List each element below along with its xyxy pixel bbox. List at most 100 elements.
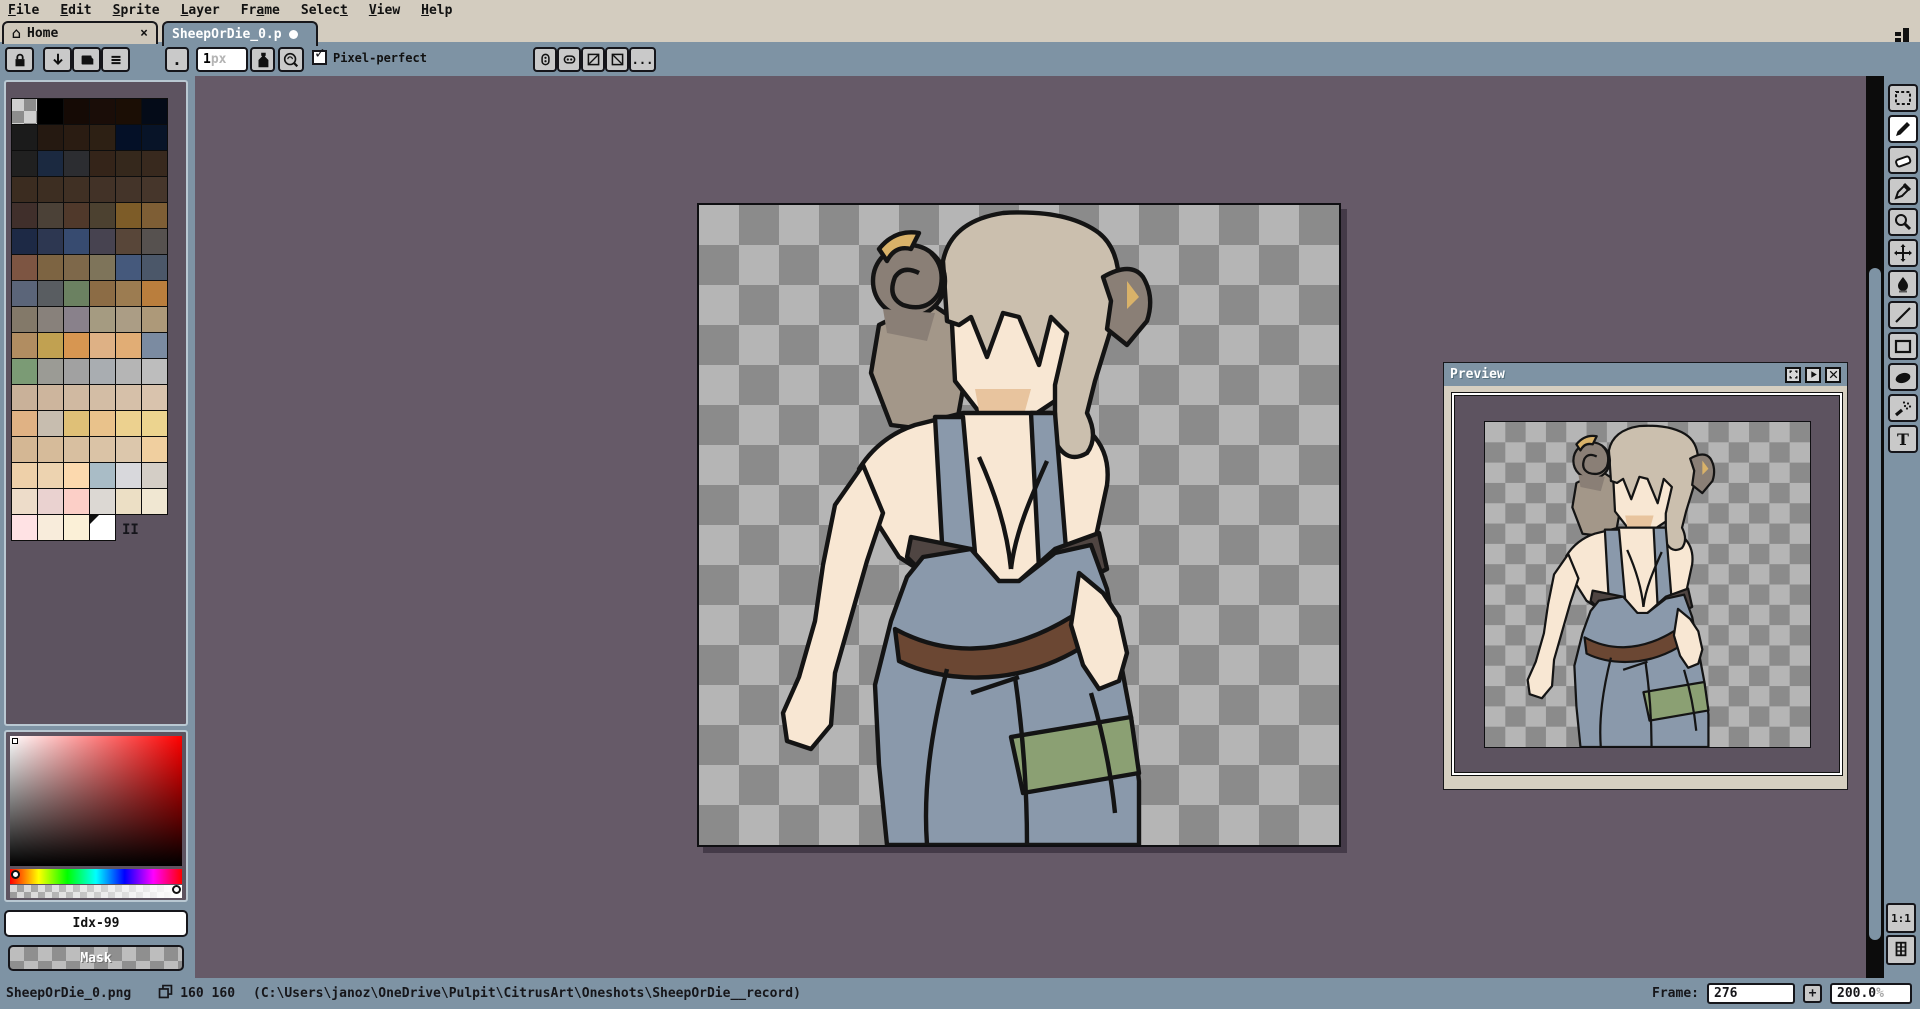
palette-swatch-5[interactable] (142, 99, 167, 124)
ink-options-button[interactable] (278, 47, 304, 72)
hue-marker[interactable] (11, 870, 20, 879)
palette-swatch-24[interactable] (12, 203, 37, 228)
palette-swatch-9[interactable] (90, 125, 115, 150)
palette-swatch-10[interactable] (116, 125, 141, 150)
palette-swatch-79[interactable] (38, 437, 63, 462)
palette-swatch-58[interactable] (116, 333, 141, 358)
palette-swatch-49[interactable] (38, 307, 63, 332)
palette-swatch-26[interactable] (64, 203, 89, 228)
palette-swatch-25[interactable] (38, 203, 63, 228)
palette-swatch-90[interactable] (12, 489, 37, 514)
palette-swatch-56[interactable] (64, 333, 89, 358)
brush-type-button[interactable]: . (165, 47, 189, 72)
palette-swatch-36[interactable] (12, 255, 37, 280)
alpha-slider[interactable] (10, 885, 182, 898)
palette-swatch-57[interactable] (90, 333, 115, 358)
app-grid-icon[interactable] (1892, 26, 1914, 42)
palette-swatch-76[interactable] (116, 411, 141, 436)
tool-eraser[interactable] (1888, 146, 1918, 174)
palette-swatch-75[interactable] (90, 411, 115, 436)
palette-swatch-99[interactable] (90, 515, 115, 540)
tool-pencil[interactable] (1888, 115, 1918, 143)
palette-swatch-66[interactable] (12, 385, 37, 410)
palette-swatch-96[interactable] (12, 515, 37, 540)
palette-swatch-78[interactable] (12, 437, 37, 462)
palette-swatch-0[interactable] (12, 99, 37, 124)
palette-swatch-12[interactable] (12, 151, 37, 176)
palette-swatch-21[interactable] (90, 177, 115, 202)
color-index-field[interactable]: Idx-99 (4, 910, 188, 937)
alpha-marker[interactable] (172, 885, 181, 894)
palette-swatch-82[interactable] (116, 437, 141, 462)
palette-swatch-19[interactable] (38, 177, 63, 202)
palette-swatch-65[interactable] (142, 359, 167, 384)
rotation-fast-button[interactable] (581, 47, 605, 72)
sprite-canvas[interactable] (697, 203, 1341, 847)
menu-help[interactable]: Help (421, 3, 452, 18)
palette-swatch-52[interactable] (116, 307, 141, 332)
menu-sprite[interactable]: Sprite (113, 3, 160, 18)
palette-swatch-67[interactable] (38, 385, 63, 410)
tool-eyedropper[interactable] (1888, 177, 1918, 205)
trace-dots-button[interactable] (557, 47, 581, 72)
palette-swatch-44[interactable] (64, 281, 89, 306)
palette-swatch-42[interactable] (12, 281, 37, 306)
palette-swatch-15[interactable] (90, 151, 115, 176)
palette-swatch-29[interactable] (142, 203, 167, 228)
palette-swatch-81[interactable] (90, 437, 115, 462)
palette-swatch-4[interactable] (116, 99, 141, 124)
palette-swatch-86[interactable] (64, 463, 89, 488)
tool-text[interactable]: T (1888, 425, 1918, 453)
sv-marker[interactable] (12, 738, 18, 744)
palette-swatch-69[interactable] (90, 385, 115, 410)
palette-swatch-63[interactable] (90, 359, 115, 384)
palette-swatch-30[interactable] (12, 229, 37, 254)
palette-swatch-27[interactable] (90, 203, 115, 228)
frame-number-input[interactable]: 276 (1707, 983, 1795, 1004)
palette-swatch-3[interactable] (90, 99, 115, 124)
palette-swatch-33[interactable] (90, 229, 115, 254)
tool-contour[interactable] (1888, 363, 1918, 391)
palette-swatch-7[interactable] (38, 125, 63, 150)
ink-button[interactable] (250, 47, 275, 72)
palette-swatch-64[interactable] (116, 359, 141, 384)
palette-swatch-8[interactable] (64, 125, 89, 150)
tool-move[interactable] (1888, 239, 1918, 267)
palette-swatch-92[interactable] (64, 489, 89, 514)
palette-swatch-59[interactable] (142, 333, 167, 358)
palette-swatch-17[interactable] (142, 151, 167, 176)
more-options-button[interactable]: ... (629, 47, 656, 72)
palette-swatch-6[interactable] (12, 125, 37, 150)
palette-swatch-16[interactable] (116, 151, 141, 176)
palette-swatch-45[interactable] (90, 281, 115, 306)
zoom-level-input[interactable]: 200.0% (1830, 983, 1912, 1004)
palette-swatch-46[interactable] (116, 281, 141, 306)
palette-swatch-70[interactable] (116, 385, 141, 410)
sort-down-button[interactable] (43, 47, 72, 72)
tool-line[interactable] (1888, 301, 1918, 329)
palette-swatch-51[interactable] (90, 307, 115, 332)
mask-button[interactable]: Mask (8, 945, 184, 971)
palette-swatch-72[interactable] (12, 411, 37, 436)
vertical-scrollbar[interactable] (1866, 76, 1884, 978)
rotation-smooth-button[interactable] (605, 47, 629, 72)
hue-slider[interactable] (10, 869, 182, 884)
tab-home[interactable]: ⌂ Home × (2, 21, 158, 44)
palette-swatch-53[interactable] (142, 307, 167, 332)
zoom-1to1-button[interactable]: 1:1 (1886, 903, 1916, 933)
preview-close-button[interactable] (1825, 366, 1841, 383)
palette-swatch-89[interactable] (142, 463, 167, 488)
vertical-scroll-thumb[interactable] (1869, 268, 1881, 940)
timeline-toggle-button[interactable] (1886, 935, 1916, 965)
palette-swatch-87[interactable] (90, 463, 115, 488)
palette-swatch-71[interactable] (142, 385, 167, 410)
palette-swatch-85[interactable] (38, 463, 63, 488)
palette-swatch-47[interactable] (142, 281, 167, 306)
palette-swatch-98[interactable] (64, 515, 89, 540)
tool-rectangle[interactable] (1888, 332, 1918, 360)
close-icon[interactable]: × (140, 26, 148, 41)
trace-pixel-button[interactable] (533, 47, 557, 72)
menu-view[interactable]: View (369, 3, 400, 18)
tool-paint-bucket[interactable] (1888, 270, 1918, 298)
palette-swatch-38[interactable] (64, 255, 89, 280)
